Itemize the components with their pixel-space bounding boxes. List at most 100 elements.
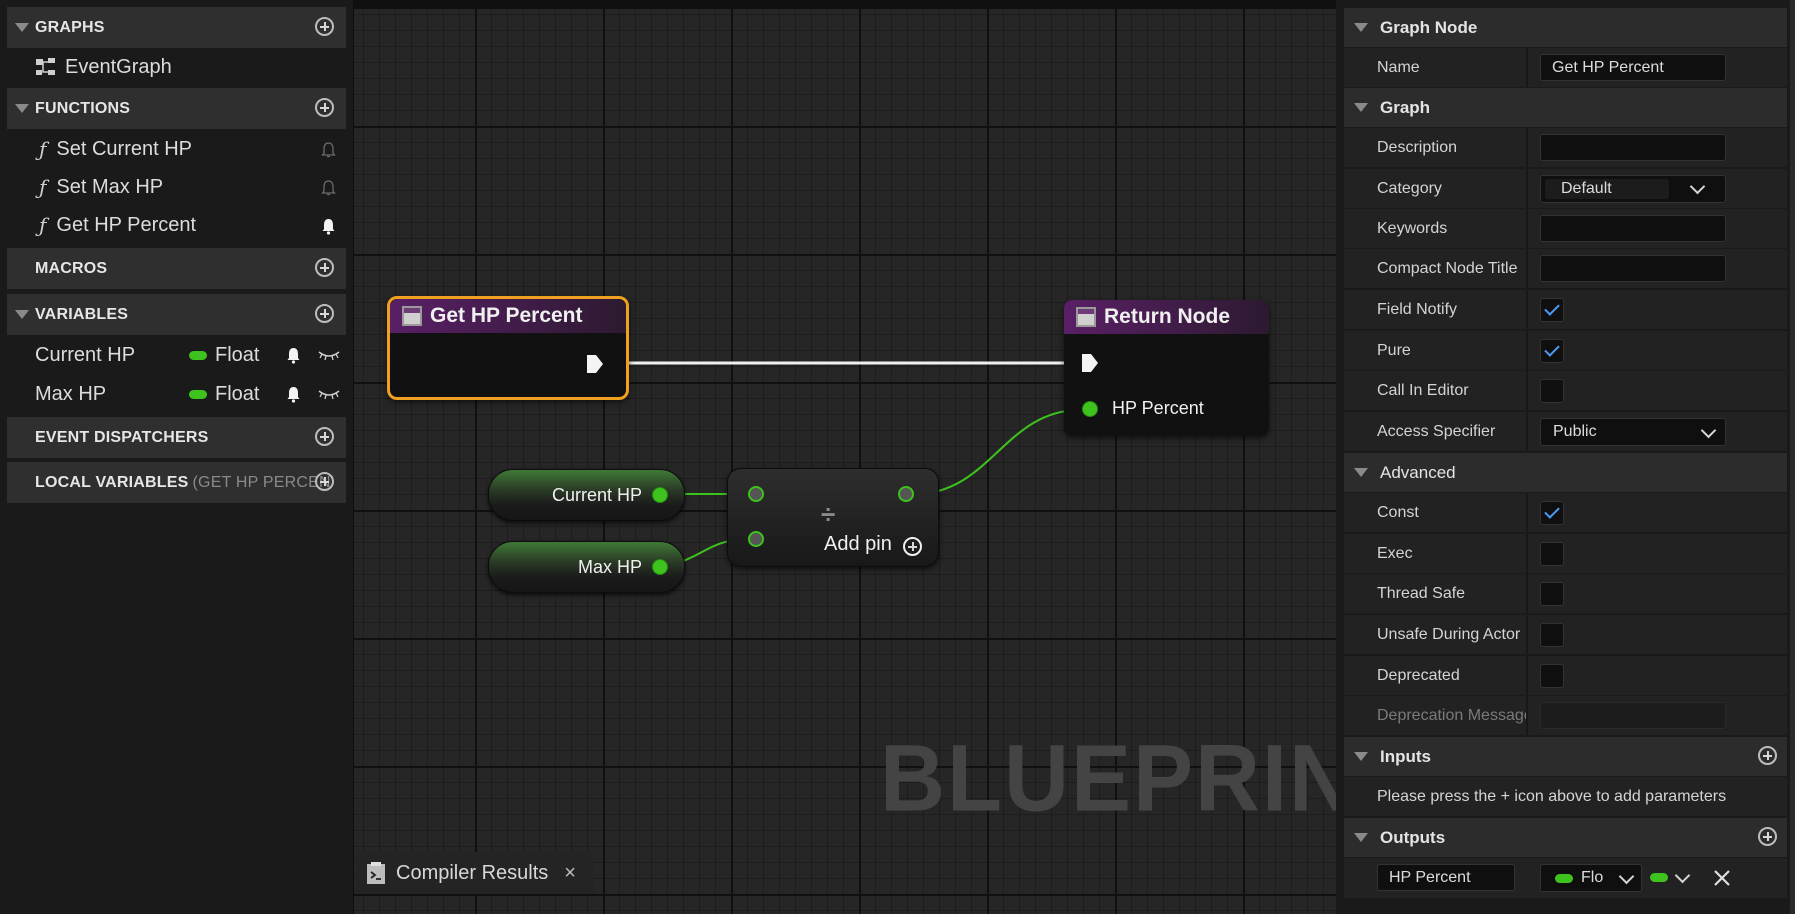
section-graph-node[interactable]: Graph Node	[1344, 8, 1787, 47]
field-label: Call In Editor	[1377, 382, 1469, 399]
field-label: Deprecation Message	[1377, 707, 1527, 724]
section-advanced[interactable]: Advanced	[1344, 453, 1787, 492]
chevron-down-icon[interactable]	[1674, 867, 1691, 884]
variable-get-node-current-hp[interactable]: Current HP	[488, 469, 685, 521]
deprecation-message-input	[1540, 702, 1726, 729]
field-label: Deprecated	[1377, 667, 1460, 684]
section-graph[interactable]: Graph	[1344, 88, 1787, 127]
field-label: Field Notify	[1377, 301, 1458, 318]
section-label: Graph	[1380, 97, 1431, 117]
row-field-notify: Field Notify	[1344, 290, 1787, 330]
section-label: Outputs	[1380, 827, 1446, 847]
details-scrollbar[interactable]	[1790, 0, 1795, 914]
divider	[1526, 169, 1528, 208]
chevron-down-icon[interactable]	[1700, 422, 1717, 439]
section-label: Inputs	[1380, 746, 1431, 766]
function-entry-node[interactable]: Get HP Percent	[387, 296, 629, 400]
exec-checkbox[interactable]	[1540, 542, 1564, 566]
add-output-icon[interactable]	[1758, 827, 1777, 846]
return-output-pin-label: HP Percent	[1112, 398, 1204, 418]
float-pin-icon[interactable]	[1082, 401, 1098, 417]
output-param-type-dropdown[interactable]: Flo	[1540, 864, 1642, 892]
chevron-down-icon[interactable]	[1618, 868, 1635, 885]
close-tab-icon[interactable]: ×	[564, 862, 576, 885]
collapse-arrow-icon[interactable]	[1354, 23, 1368, 32]
divider	[1526, 412, 1528, 451]
category-combo[interactable]: Default	[1540, 175, 1726, 203]
collapse-arrow-icon[interactable]	[1354, 833, 1368, 842]
divider	[1526, 656, 1528, 695]
container-type-pill-icon[interactable]	[1650, 873, 1668, 882]
divider	[1526, 534, 1528, 573]
variable-get-node-max-hp[interactable]: Max HP	[488, 541, 685, 593]
float-type-pill-icon	[1555, 874, 1573, 883]
row-unsafe-during-actor: Unsafe During Actor	[1344, 615, 1787, 655]
row-exec: Exec	[1344, 534, 1787, 574]
divider	[1526, 493, 1528, 532]
blueprint-watermark: BLUEPRINT	[880, 726, 1413, 832]
divide-symbol: ÷	[821, 499, 836, 529]
return-node[interactable]: Return Node HP Percent	[1064, 300, 1269, 436]
add-pin-icon[interactable]	[903, 537, 922, 556]
row-deprecation-message: Deprecation Message	[1344, 696, 1787, 736]
variable-get-label: Max HP	[577, 556, 642, 577]
function-entry-node-header[interactable]: Get HP Percent	[390, 299, 626, 333]
float-pin-icon[interactable]	[652, 487, 668, 503]
function-node-icon	[402, 306, 422, 326]
call-in-editor-checkbox[interactable]	[1540, 379, 1564, 403]
description-input[interactable]	[1540, 134, 1726, 161]
field-label: Exec	[1377, 545, 1413, 562]
input-pin-b-icon[interactable]	[748, 531, 764, 547]
field-label: Pure	[1377, 342, 1411, 359]
output-param-type: Flo	[1581, 869, 1604, 886]
divider	[1526, 209, 1528, 248]
divider	[1526, 696, 1528, 735]
divide-node[interactable]: ÷ Add pin	[727, 468, 939, 567]
field-label: Thread Safe	[1377, 585, 1466, 602]
thread-safe-checkbox[interactable]	[1540, 582, 1564, 606]
divider	[1526, 331, 1528, 370]
unsafe-during-actor-checkbox[interactable]	[1540, 623, 1564, 647]
field-label: Description	[1377, 139, 1458, 156]
add-input-icon[interactable]	[1758, 746, 1777, 765]
exec-in-pin-icon[interactable]	[1080, 352, 1100, 374]
const-checkbox[interactable]	[1540, 501, 1564, 525]
deprecated-checkbox[interactable]	[1540, 664, 1564, 688]
add-pin-label[interactable]: Add pin	[824, 533, 892, 556]
pure-checkbox[interactable]	[1540, 339, 1564, 363]
collapse-arrow-icon[interactable]	[1354, 468, 1368, 477]
field-label: Keywords	[1377, 220, 1448, 237]
remove-output-icon[interactable]	[1713, 869, 1731, 887]
name-input[interactable]: Get HP Percent	[1540, 54, 1726, 81]
exec-out-pin-icon[interactable]	[585, 353, 605, 375]
access-specifier-dropdown[interactable]: Public	[1540, 418, 1726, 446]
divider	[1526, 290, 1528, 329]
input-pin-a-icon[interactable]	[748, 486, 764, 502]
compact-node-title-input[interactable]	[1540, 255, 1726, 282]
function-node-icon	[1076, 307, 1096, 327]
divider	[1526, 48, 1528, 87]
compiler-results-icon	[367, 862, 385, 884]
return-node-header[interactable]: Return Node	[1064, 300, 1269, 334]
row-thread-safe: Thread Safe	[1344, 574, 1787, 614]
divider	[1526, 615, 1528, 654]
float-pin-icon[interactable]	[652, 559, 668, 575]
compiler-results-tab[interactable]: Compiler Results ×	[356, 852, 594, 894]
row-access-specifier: Access Specifier Public	[1344, 412, 1787, 452]
field-notify-checkbox[interactable]	[1540, 298, 1564, 322]
row-pure: Pure	[1344, 331, 1787, 371]
collapse-arrow-icon[interactable]	[1354, 103, 1368, 112]
row-category: Category Default	[1344, 169, 1787, 209]
chevron-down-icon[interactable]	[1689, 178, 1706, 195]
collapse-arrow-icon[interactable]	[1354, 752, 1368, 761]
output-pin-icon[interactable]	[898, 486, 914, 502]
section-inputs[interactable]: Inputs	[1344, 737, 1787, 776]
output-param-name-input[interactable]: HP Percent	[1377, 864, 1515, 891]
keywords-input[interactable]	[1540, 215, 1726, 242]
row-const: Const	[1344, 493, 1787, 533]
return-node-title: Return Node	[1104, 305, 1230, 328]
divider	[1526, 371, 1528, 410]
section-outputs[interactable]: Outputs	[1344, 818, 1787, 857]
category-value[interactable]: Default	[1545, 179, 1669, 199]
divider	[1526, 249, 1528, 288]
